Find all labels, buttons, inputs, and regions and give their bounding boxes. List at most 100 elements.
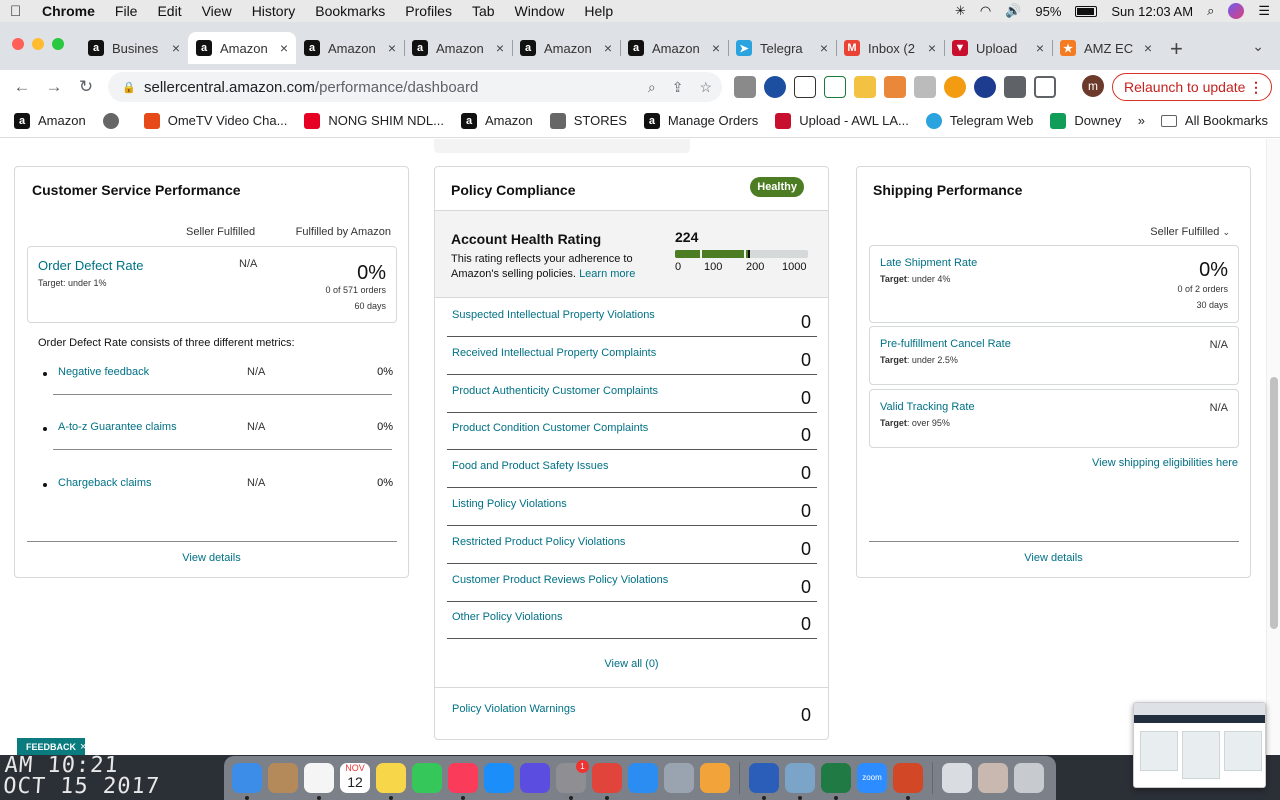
bookmark-item[interactable] [102, 112, 127, 129]
reload-icon[interactable]: ↻ [70, 77, 102, 97]
chargeback-claims-link[interactable]: Chargeback claims [58, 477, 152, 489]
view-all-policy-link[interactable]: View all (0) [435, 658, 828, 670]
dock-word-icon[interactable] [749, 763, 779, 800]
bookmark-item[interactable]: a Manage Orders [643, 112, 758, 129]
extension-f-icon[interactable] [974, 76, 996, 98]
dock-notes-icon[interactable] [376, 763, 406, 800]
siri-icon[interactable] [1228, 3, 1245, 19]
late-shipment-rate-link[interactable]: Late Shipment Rate [880, 257, 977, 269]
policy-violation-link[interactable]: Listing Policy Violations [452, 498, 567, 510]
close-tab-icon[interactable]: × [604, 40, 612, 56]
bookmark-item[interactable]: Telegram Web [925, 112, 1033, 129]
browser-tab[interactable]: a Amazon × [512, 32, 620, 64]
menu-profiles[interactable]: Profiles [405, 3, 452, 19]
forward-arrow-icon[interactable]: → [38, 77, 70, 97]
policy-violation-link[interactable]: Food and Product Safety Issues [452, 460, 609, 472]
dock-app-store-icon[interactable] [484, 763, 514, 793]
extension-helium-icon[interactable] [764, 76, 786, 98]
bookmark-item[interactable]: a Amazon [14, 112, 86, 129]
browser-tab[interactable]: a Amazon × [404, 32, 512, 64]
bookmark-item[interactable]: NONG SHIM NDL... [304, 112, 444, 129]
minimize-window-button[interactable] [32, 38, 44, 50]
dock-siri-icon[interactable] [520, 763, 550, 793]
zoom-lens-icon[interactable]: ⌕ [648, 79, 656, 96]
lock-icon[interactable]: 🔒 [122, 81, 136, 94]
bookmark-item[interactable]: Upload - AWL LA... [775, 112, 909, 129]
close-tab-icon[interactable]: × [928, 40, 936, 56]
relaunch-to-update-button[interactable]: Relaunch to update ⋮ [1112, 73, 1272, 101]
dock-photos-icon[interactable] [700, 763, 730, 793]
back-arrow-icon[interactable]: ← [6, 77, 38, 97]
dock-launchpad-icon[interactable] [664, 763, 694, 793]
new-tab-button[interactable]: + [1170, 36, 1183, 62]
browser-tab[interactable]: M Inbox (2 × [836, 32, 944, 64]
menu-edit[interactable]: Edit [157, 3, 181, 19]
dock-excel-icon[interactable] [821, 763, 851, 800]
dock-documents-icon[interactable] [942, 763, 972, 793]
dock-finder-icon[interactable] [232, 763, 262, 800]
learn-more-link[interactable]: Learn more [579, 268, 635, 280]
more-menu-icon[interactable]: ⋮ [1249, 79, 1263, 96]
dock-system-preferences-icon[interactable]: 1 [556, 760, 589, 800]
policy-violation-link[interactable]: Received Intellectual Property Complaint… [452, 347, 656, 359]
bookmark-star-icon[interactable]: ☆ [699, 79, 712, 96]
browser-tab[interactable]: ➤ Telegra × [728, 32, 836, 64]
browser-tab[interactable]: a Busines × [80, 32, 188, 64]
pre-fulfillment-cancel-rate-link[interactable]: Pre-fulfillment Cancel Rate [880, 338, 1011, 350]
close-tab-icon[interactable]: × [820, 40, 828, 56]
menu-view[interactable]: View [202, 3, 232, 19]
tab-search-chevron-icon[interactable]: ⌄ [1252, 38, 1264, 55]
volume-icon[interactable]: 🔊 [1005, 3, 1021, 19]
negative-feedback-link[interactable]: Negative feedback [58, 366, 149, 378]
policy-violation-link[interactable]: Suspected Intellectual Property Violatio… [452, 309, 655, 321]
dock-trash-icon[interactable] [1014, 763, 1044, 793]
extension-off-icon[interactable] [734, 76, 756, 98]
apple-icon[interactable]:  [10, 3, 26, 20]
bookmark-item[interactable]: OmeTV Video Cha... [143, 112, 287, 129]
policy-violation-link[interactable]: Product Condition Customer Complaints [452, 422, 648, 434]
extension-off2-icon[interactable] [884, 76, 906, 98]
spotlight-search-icon[interactable]: ⌕ [1207, 3, 1214, 19]
bookmark-item[interactable]: STORES [549, 112, 627, 129]
profile-avatar[interactable]: m [1082, 75, 1104, 97]
dock-downloads-icon[interactable] [978, 763, 1008, 793]
all-bookmarks-button[interactable]: All Bookmarks [1160, 113, 1268, 128]
menu-help[interactable]: Help [584, 3, 613, 19]
zoom-window-button[interactable] [52, 38, 64, 50]
side-panel-icon[interactable] [1034, 76, 1056, 98]
dock-reminders-icon[interactable] [304, 763, 334, 800]
policy-violation-link[interactable]: Product Authenticity Customer Complaints [452, 385, 658, 397]
dock-powerpoint-icon[interactable] [893, 763, 923, 800]
dock-chrome-icon[interactable] [592, 763, 622, 800]
valid-tracking-rate-link[interactable]: Valid Tracking Rate [880, 401, 975, 413]
close-window-button[interactable] [12, 38, 24, 50]
scrollbar-thumb[interactable] [1270, 377, 1278, 629]
feedback-close-icon[interactable]: × [80, 741, 86, 753]
policy-violation-warnings-link[interactable]: Policy Violation Warnings [452, 703, 576, 715]
bluetooth-icon[interactable]: ✳ [955, 3, 966, 19]
customer-service-view-details-link[interactable]: View details [15, 552, 408, 564]
control-center-icon[interactable]: ☰ [1258, 3, 1270, 19]
extension-rs-icon[interactable] [824, 76, 846, 98]
screenshot-preview-thumbnail[interactable] [1133, 702, 1266, 788]
shipping-view-details-link[interactable]: View details [857, 552, 1250, 564]
bookmark-item[interactable]: Downey [1050, 112, 1121, 129]
policy-violation-link[interactable]: Restricted Product Policy Violations [452, 536, 625, 548]
bookmark-item[interactable]: a Amazon [461, 112, 533, 129]
extension-orange-icon[interactable] [944, 76, 966, 98]
close-tab-icon[interactable]: × [172, 40, 180, 56]
menu-file[interactable]: File [115, 3, 138, 19]
close-tab-icon[interactable]: × [712, 40, 720, 56]
extensions-puzzle-icon[interactable] [1004, 76, 1026, 98]
menu-window[interactable]: Window [515, 3, 565, 19]
close-tab-icon[interactable]: × [1036, 40, 1044, 56]
extension-plus-icon[interactable] [854, 76, 876, 98]
policy-violation-link[interactable]: Customer Product Reviews Policy Violatio… [452, 574, 668, 586]
more-bookmarks-chevron-icon[interactable]: » [1138, 113, 1145, 128]
wifi-icon[interactable]: ◠ [980, 3, 991, 19]
dock-preview-icon[interactable] [785, 763, 815, 800]
order-defect-rate-link[interactable]: Order Defect Rate [38, 258, 144, 273]
page-scrollbar[interactable] [1266, 139, 1280, 755]
dock-zoom-icon[interactable]: zoom [857, 763, 887, 793]
dock-calendar-icon[interactable]: NOV 12 [340, 763, 370, 793]
